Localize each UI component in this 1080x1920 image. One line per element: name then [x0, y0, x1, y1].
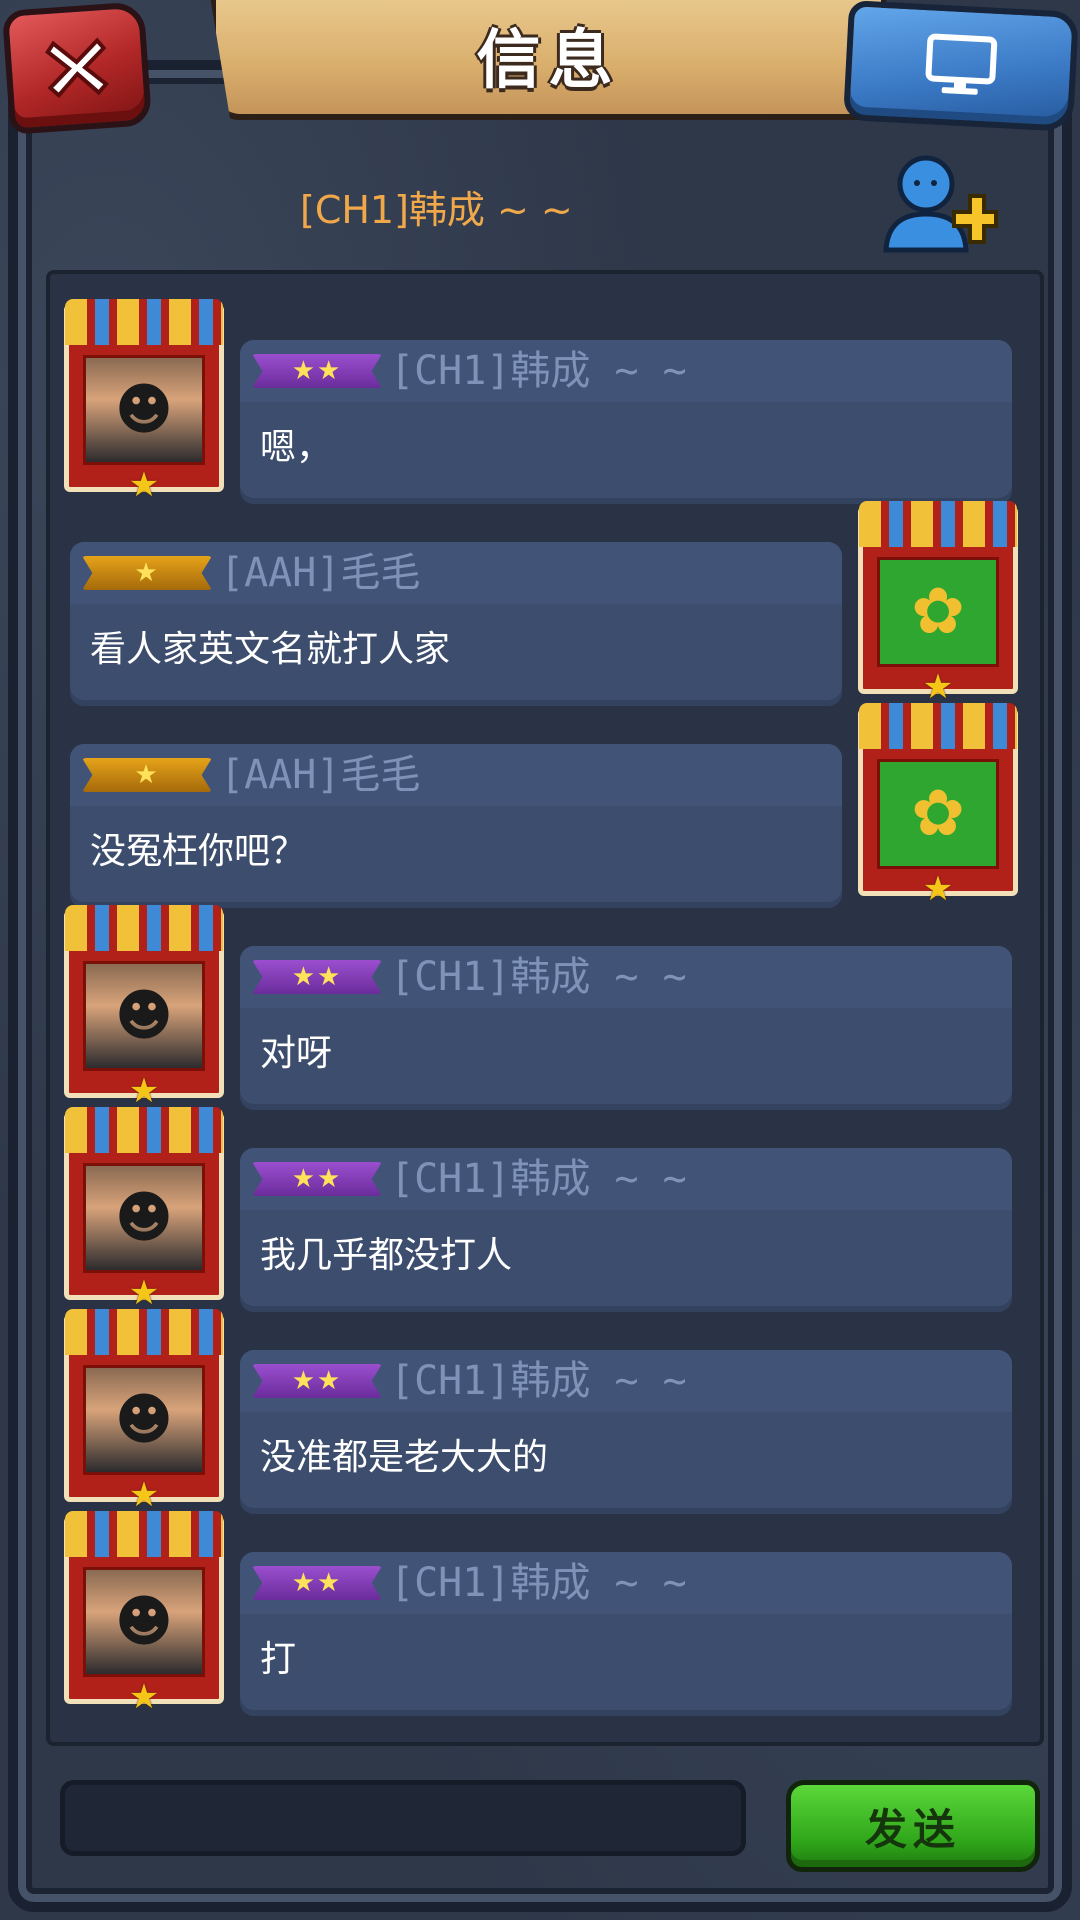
sender-avatar[interactable]: ☻ ★ — [64, 905, 224, 1111]
chat-message: ★ [AAH]毛毛 没冤枉你吧？ ✿ ★ — [50, 703, 1040, 909]
sender-avatar[interactable]: ☻ ★ — [64, 299, 224, 505]
sender-name: [CH1]韩成 ~ ~ — [390, 348, 687, 394]
sunflower-portrait-icon: ✿ — [911, 575, 965, 649]
message-text: 嗯， — [260, 427, 333, 468]
message-bubble: ★★ [CH1]韩成 ~ ~ 嗯， — [240, 340, 1012, 504]
sender-name: [CH1]韩成 ~ ~ — [390, 954, 687, 1000]
chat-message: ☻ ★ ★★ [CH1]韩成 ~ ~ 我几乎都没打人 — [50, 1107, 1040, 1313]
sender-name: [AAH]毛毛 — [220, 550, 421, 596]
message-text: 没冤枉你吧？ — [90, 831, 307, 872]
avatar-crown — [859, 501, 1017, 547]
sender-avatar[interactable]: ☻ ★ — [64, 1309, 224, 1515]
star-icon: ★ — [128, 465, 160, 505]
page-title: 信息 — [476, 24, 621, 98]
chat-message: ★ [AAH]毛毛 看人家英文名就打人家 ✿ ★ — [50, 501, 1040, 707]
sender-name: [CH1]韩成 ~ ~ — [390, 1156, 687, 1202]
message-bubble: ★ [AAH]毛毛 看人家英文名就打人家 — [70, 542, 842, 706]
star-icon: ★ — [128, 1475, 160, 1515]
message-bubble: ★★ [CH1]韩成 ~ ~ 我几乎都没打人 — [240, 1148, 1012, 1312]
rank-badge: ★★ — [252, 1566, 382, 1600]
sender-name: [CH1]韩成 ~ ~ — [390, 1560, 687, 1606]
rank-badge: ★ — [82, 556, 212, 590]
monitor-button[interactable] — [843, 0, 1079, 132]
chat-message: ☻ ★ ★★ [CH1]韩成 ~ ~ 对呀 — [50, 905, 1040, 1111]
star-icon: ★ — [128, 1273, 160, 1313]
add-friend-icon — [883, 155, 998, 253]
hero-portrait-icon: ☻ — [114, 1387, 174, 1453]
send-button-label: 发送 — [864, 1804, 961, 1854]
chat-message: ☻ ★ ★★ [CH1]韩成 ~ ~ 打 — [50, 1511, 1040, 1717]
rank-badge: ★★ — [252, 1162, 382, 1196]
title-banner: 信息 — [210, 0, 887, 120]
sender-avatar[interactable]: ☻ ★ — [64, 1107, 224, 1313]
message-text: 没准都是老大大的 — [260, 1437, 549, 1478]
sender-avatar[interactable]: ☻ ★ — [64, 1511, 224, 1717]
star-icon: ★ — [128, 1071, 160, 1111]
message-bubble: ★★ [CH1]韩成 ~ ~ 打 — [240, 1552, 1012, 1716]
hero-portrait-icon: ☻ — [114, 1589, 174, 1655]
chat-target-name: [CH1]韩成 ~ ~ — [300, 188, 573, 232]
monitor-icon — [925, 33, 998, 95]
close-icon — [45, 37, 110, 99]
send-button[interactable]: 发送 — [786, 1780, 1040, 1872]
message-text: 看人家英文名就打人家 — [90, 629, 451, 670]
star-icon: ★ — [922, 667, 954, 707]
message-text: 我几乎都没打人 — [260, 1235, 513, 1276]
sender-avatar[interactable]: ✿ ★ — [858, 703, 1018, 909]
rank-badge: ★★ — [252, 1364, 382, 1398]
avatar-crown — [65, 1309, 223, 1355]
message-text: 对呀 — [260, 1033, 333, 1074]
hero-portrait-icon: ☻ — [114, 1185, 174, 1251]
rank-badge: ★ — [82, 758, 212, 792]
message-bubble: ★★ [CH1]韩成 ~ ~ 没准都是老大大的 — [240, 1350, 1012, 1514]
star-icon: ★ — [922, 869, 954, 909]
rank-badge: ★★ — [252, 960, 382, 994]
avatar-crown — [65, 299, 223, 345]
avatar-crown — [65, 1107, 223, 1153]
close-button[interactable] — [1, 1, 153, 135]
avatar-crown — [65, 1511, 223, 1557]
chat-message: ☻ ★ ★★ [CH1]韩成 ~ ~ 嗯， — [50, 299, 1040, 505]
message-bubble: ★ [AAH]毛毛 没冤枉你吧？ — [70, 744, 842, 908]
rank-badge: ★★ — [252, 354, 382, 388]
message-bubble: ★★ [CH1]韩成 ~ ~ 对呀 — [240, 946, 1012, 1110]
hero-portrait-icon: ☻ — [114, 377, 174, 443]
star-icon: ★ — [128, 1677, 160, 1717]
sender-avatar[interactable]: ✿ ★ — [858, 501, 1018, 707]
sender-name: [CH1]韩成 ~ ~ — [390, 1358, 687, 1404]
sender-name: [AAH]毛毛 — [220, 752, 421, 798]
add-friend-button[interactable] — [876, 150, 998, 260]
message-input[interactable] — [60, 1780, 746, 1856]
avatar-crown — [65, 905, 223, 951]
chat-message: ☻ ★ ★★ [CH1]韩成 ~ ~ 没准都是老大大的 — [50, 1309, 1040, 1515]
chat-message-list[interactable]: ☻ ★ ★★ [CH1]韩成 ~ ~ 嗯， ★ [AAH]毛毛 看人家英文名就打… — [46, 270, 1044, 1746]
hero-portrait-icon: ☻ — [114, 983, 174, 1049]
avatar-crown — [859, 703, 1017, 749]
message-text: 打 — [260, 1639, 297, 1680]
sunflower-portrait-icon: ✿ — [911, 777, 965, 851]
